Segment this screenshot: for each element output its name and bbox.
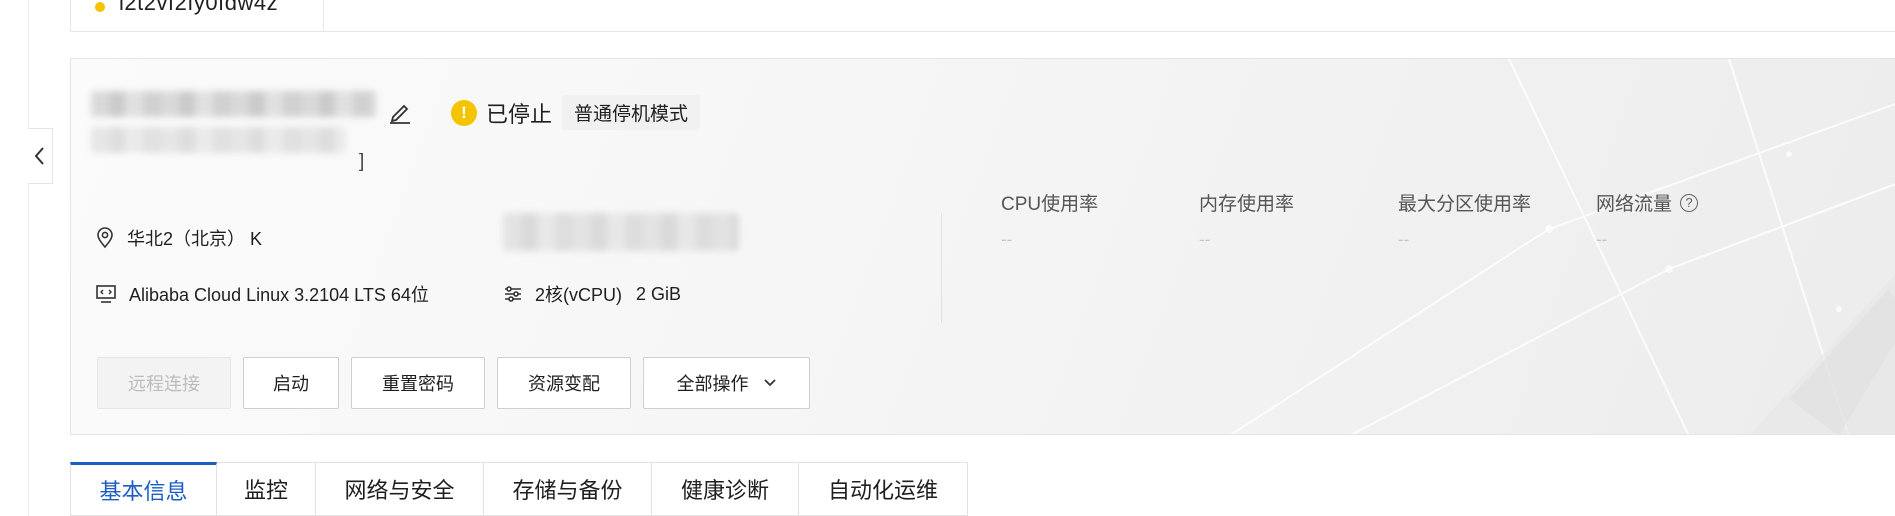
metric-value: -- <box>1199 230 1211 249</box>
all-actions-label: 全部操作 <box>676 374 749 394</box>
edit-icon[interactable] <box>387 99 413 125</box>
metric-label: 内存使用率 <box>1199 194 1295 215</box>
resize-button[interactable]: 资源变配 <box>497 357 631 409</box>
status-text: 已停止 <box>486 101 553 127</box>
instance-id-redacted <box>91 127 346 153</box>
help-icon[interactable]: ? <box>1680 193 1699 212</box>
metric-label: CPU使用率 <box>1001 194 1099 215</box>
tab-health-diagnosis[interactable]: 健康诊断 <box>652 462 799 516</box>
remote-connect-button[interactable]: 远程连接 <box>97 357 231 409</box>
detail-tabs: 基本信息 监控 网络与安全 存储与备份 健康诊断 自动化运维 <box>70 462 968 516</box>
tab-monitoring[interactable]: 监控 <box>217 462 316 516</box>
tab-basic-info[interactable]: 基本信息 <box>70 462 217 516</box>
tab-automation-ops[interactable]: 自动化运维 <box>799 462 968 516</box>
instance-status: ! 已停止 普通停机模式 <box>451 95 701 130</box>
sliders-icon <box>505 286 521 302</box>
metric-value: -- <box>1596 230 1608 249</box>
monitor-code-icon <box>96 285 116 303</box>
cpu-text: 2核(vCPU) <box>535 285 623 305</box>
metric-network: 网络流量 ? -- <box>1596 189 1699 250</box>
metric-partition: 最大分区使用率 -- <box>1398 189 1531 250</box>
instance-tab[interactable]: i2t2vf2fy0fdw4z <box>70 0 324 31</box>
tab-storage-backup[interactable]: 存储与备份 <box>484 462 652 516</box>
os-info: Alibaba Cloud Linux 3.2104 LTS 64位 <box>95 281 429 307</box>
status-dot-icon <box>95 2 105 12</box>
memory-text: 2 GiB <box>636 283 682 304</box>
all-actions-dropdown[interactable]: 全部操作 <box>643 357 810 409</box>
left-rail <box>0 0 29 516</box>
instance-tab-label: i2t2vf2fy0fdw4z <box>119 0 279 15</box>
stop-mode-badge: 普通停机模式 <box>562 95 701 130</box>
metric-label-text: 网络流量 <box>1596 194 1673 215</box>
divider <box>941 213 942 323</box>
metric-label: 网络流量 ? <box>1596 189 1699 216</box>
metric-value: -- <box>1001 230 1013 249</box>
metric-cpu: CPU使用率 -- <box>1001 189 1098 250</box>
instance-name-suffix: ] <box>359 151 365 172</box>
start-button[interactable]: 启动 <box>243 357 339 409</box>
location-pin-icon <box>97 227 113 249</box>
metric-label: 最大分区使用率 <box>1398 194 1532 215</box>
os-text: Alibaba Cloud Linux 3.2104 LTS 64位 <box>129 285 429 305</box>
chevron-down-icon <box>763 379 776 387</box>
region-text: 华北2（北京） K <box>127 229 263 249</box>
reset-password-button[interactable]: 重置密码 <box>351 357 485 409</box>
tab-network-security[interactable]: 网络与安全 <box>316 462 484 516</box>
region-info: 华北2（北京） K <box>95 225 262 251</box>
metric-value: -- <box>1398 230 1410 249</box>
instance-name-redacted <box>91 91 376 117</box>
chevron-left-icon <box>34 147 44 165</box>
metric-memory: 内存使用率 -- <box>1199 189 1294 250</box>
instance-tab-strip: i2t2vf2fy0fdw4z <box>70 0 1895 32</box>
sidebar-collapse-button[interactable] <box>28 128 53 184</box>
ip-address-redacted <box>503 213 739 251</box>
warning-icon: ! <box>451 99 477 126</box>
instance-summary-card: ] ! 已停止 普通停机模式 华北2（北京） K Alibaba Cloud L… <box>70 58 1895 435</box>
spec-info: 2核(vCPU) 2 GiB <box>503 281 681 307</box>
